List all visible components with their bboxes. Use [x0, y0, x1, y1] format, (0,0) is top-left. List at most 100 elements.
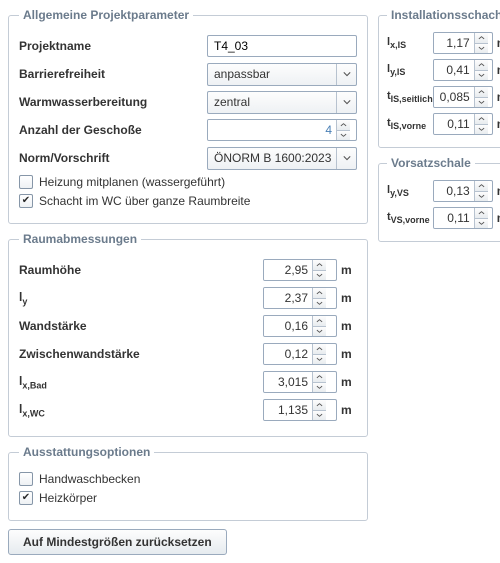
label-norm: Norm/Vorschrift [19, 151, 207, 165]
dimension-row: Wandstärke m [19, 314, 357, 338]
select-norm-value: ÖNORM B 1600:2023 [208, 151, 336, 165]
dimension-unit: m [341, 319, 357, 333]
dimension-spinner[interactable] [433, 59, 493, 81]
dimension-input[interactable] [434, 60, 474, 80]
chevron-up-icon[interactable] [475, 60, 488, 70]
chevron-down-icon[interactable] [337, 130, 350, 141]
dimension-input[interactable] [434, 208, 474, 228]
dimension-label: tVS,vorne [387, 211, 433, 225]
legend-install: Installationsschacht [387, 8, 500, 22]
dimension-row: ly,VSm [387, 179, 500, 203]
dimension-spinner[interactable] [433, 180, 493, 202]
select-norm[interactable]: ÖNORM B 1600:2023 [207, 147, 357, 170]
dimension-spinner[interactable] [433, 86, 493, 108]
dimension-input[interactable] [434, 181, 474, 201]
label-warmwasser: Warmwasserbereitung [19, 95, 207, 109]
dimension-label: lx,IS [387, 36, 433, 50]
dimension-row: lx,Badm [19, 370, 357, 394]
reset-button[interactable]: Auf Mindestgrößen zurücksetzen [8, 529, 227, 555]
dimension-label: Wandstärke [19, 319, 263, 333]
chevron-up-icon[interactable] [475, 181, 488, 191]
dimension-label: ly,VS [387, 184, 433, 198]
dimension-input[interactable] [434, 33, 474, 53]
label-projektname: Projektname [19, 39, 207, 53]
dimension-row: tIS,vornem [387, 112, 500, 136]
chevron-up-icon[interactable] [313, 344, 326, 354]
chevron-down-icon [336, 92, 356, 113]
dimension-unit: m [341, 403, 357, 417]
label-handwaschbecken: Handwaschbecken [39, 472, 140, 486]
label-heizung: Heizung mitplanen (wassergeführt) [39, 175, 225, 189]
chevron-down-icon[interactable] [313, 410, 326, 421]
chevron-up-icon[interactable] [337, 120, 350, 130]
chevron-up-icon[interactable] [475, 87, 488, 97]
dimension-spinner[interactable] [433, 207, 493, 229]
chevron-down-icon [336, 148, 356, 169]
chevron-down-icon[interactable] [475, 218, 488, 229]
dimension-spinner[interactable] [433, 32, 493, 54]
dimension-row: tVS,vornem [387, 206, 500, 230]
dimension-spinner[interactable] [263, 315, 337, 337]
checkbox-heizkoerper[interactable] [19, 491, 33, 505]
dimension-spinner[interactable] [263, 287, 337, 309]
dimension-row: Zwischenwandstärkem [19, 342, 357, 366]
dimension-label: ly,IS [387, 63, 433, 77]
chevron-down-icon[interactable] [313, 382, 326, 393]
chevron-down-icon[interactable] [475, 191, 488, 202]
select-warmwasser-value: zentral [208, 95, 336, 109]
input-projektname[interactable] [207, 35, 357, 57]
dimension-label: tIS,seitlich [387, 90, 433, 104]
dimension-spinner[interactable] [433, 113, 493, 135]
checkbox-schacht[interactable] [19, 194, 33, 208]
chevron-down-icon[interactable] [475, 124, 488, 135]
fieldset-raum: Raumabmessungen RaumhöhemlymWandstärkemZ… [8, 232, 368, 437]
chevron-up-icon[interactable] [475, 114, 488, 124]
dimension-input[interactable] [264, 316, 312, 336]
dimension-row: Raumhöhem [19, 258, 357, 282]
dimension-row: lx,ISm [387, 31, 500, 55]
checkbox-handwaschbecken[interactable] [19, 472, 33, 486]
chevron-down-icon[interactable] [475, 70, 488, 81]
dimension-spinner[interactable] [263, 343, 337, 365]
label-barrierefreiheit: Barrierefreiheit [19, 67, 207, 81]
dimension-row: tIS,seitlichm [387, 85, 500, 109]
dimension-spinner[interactable] [263, 399, 337, 421]
chevron-up-icon[interactable] [313, 400, 326, 410]
dimension-spinner[interactable] [263, 259, 337, 281]
dimension-spinner[interactable] [263, 371, 337, 393]
dimension-input[interactable] [264, 288, 312, 308]
dimension-row: ly m [19, 286, 357, 310]
chevron-down-icon[interactable] [313, 326, 326, 337]
chevron-up-icon[interactable] [313, 260, 326, 270]
chevron-up-icon[interactable] [475, 208, 488, 218]
chevron-down-icon[interactable] [313, 354, 326, 365]
dimension-label: tIS,vorne [387, 117, 433, 131]
chevron-up-icon[interactable] [313, 288, 326, 298]
spinner-geschosse[interactable] [207, 119, 357, 141]
chevron-up-icon[interactable] [475, 33, 488, 43]
dimension-input[interactable] [264, 400, 312, 420]
chevron-up-icon[interactable] [313, 372, 326, 382]
chevron-down-icon[interactable] [475, 43, 488, 54]
spinner-geschosse-input[interactable] [208, 120, 336, 140]
chevron-down-icon[interactable] [313, 270, 326, 281]
dimension-unit: m [341, 347, 357, 361]
select-barrierefreiheit[interactable]: anpassbar [207, 63, 357, 86]
fieldset-general: Allgemeine Projektparameter Projektname … [8, 8, 368, 224]
dimension-input[interactable] [264, 372, 312, 392]
dimension-input[interactable] [434, 114, 474, 134]
dimension-input[interactable] [264, 344, 312, 364]
chevron-up-icon[interactable] [313, 316, 326, 326]
chevron-down-icon[interactable] [475, 97, 488, 108]
checkbox-heizung[interactable] [19, 175, 33, 189]
select-barrierefreiheit-value: anpassbar [208, 67, 336, 81]
dimension-input[interactable] [264, 260, 312, 280]
dimension-label: Raumhöhe [19, 263, 263, 277]
select-warmwasser[interactable]: zentral [207, 91, 357, 114]
dimension-unit: m [341, 291, 357, 305]
fieldset-vorsatz: Vorsatzschale ly,VSmtVS,vornem [378, 156, 500, 242]
dimension-label: ly [19, 290, 263, 306]
dimension-row: lx,WCm [19, 398, 357, 422]
dimension-input[interactable] [434, 87, 474, 107]
chevron-down-icon[interactable] [313, 298, 326, 309]
